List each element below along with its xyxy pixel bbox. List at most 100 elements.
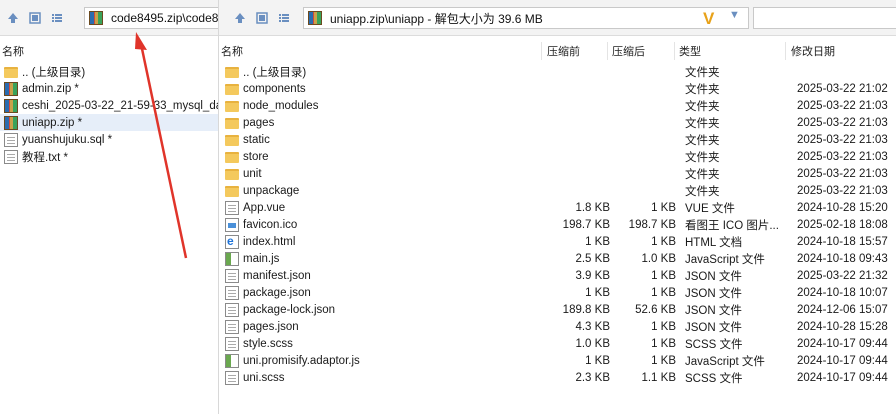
size-after-cell: 1.0 KB [641, 252, 676, 265]
column-header-after[interactable]: 压缩后 [612, 42, 645, 60]
table-row[interactable]: node_modules 文件夹 2025-03-22 21:03 [219, 97, 896, 114]
table-row[interactable]: package-lock.json 189.8 KB 52.6 KB JSON 文件 2… [219, 301, 896, 318]
list-item[interactable]: .. (上级目录) [0, 63, 218, 80]
list-item[interactable]: admin.zip * [0, 80, 218, 97]
right-file-pane: uniapp.zip\uniapp - 解包大小为 39.6 MB V ▼ 名称… [219, 0, 896, 414]
size-after-cell: 1.1 KB [641, 371, 676, 384]
left-address-text: code8495.zip\code84 [111, 11, 219, 25]
table-row[interactable]: favicon.ico 198.7 KB 198.7 KB 看图王 ICO 图片...… [219, 216, 896, 233]
type-cell: JavaScript 文件 [685, 355, 765, 368]
list-item[interactable]: 教程.txt * [0, 148, 218, 165]
name-cell: style.scss [225, 336, 293, 351]
column-header-before[interactable]: 压缩前 [547, 42, 580, 60]
type-cell: SCSS 文件 [685, 338, 743, 351]
search-input[interactable] [753, 7, 896, 29]
table-row[interactable]: manifest.json 3.9 KB 1 KB JSON 文件 2025-03-22… [219, 267, 896, 284]
name-cell: store [225, 150, 269, 163]
size-after-cell: 198.7 KB [628, 218, 676, 231]
table-row[interactable]: package.json 1 KB 1 KB JSON 文件 2024-10-18 10… [219, 284, 896, 301]
size-after-cell: 1 KB [651, 269, 676, 282]
v-logo-icon[interactable]: V [703, 9, 714, 29]
thumbnail-view-icon[interactable] [253, 9, 271, 27]
right-address-bar[interactable]: uniapp.zip\uniapp - 解包大小为 39.6 MB [303, 7, 749, 29]
list-view-icon[interactable] [48, 9, 66, 27]
name-cell: pages.json [225, 319, 299, 334]
name-cell: manifest.json [225, 268, 311, 283]
column-header-type[interactable]: 类型 [679, 42, 701, 60]
script-file-icon [225, 251, 239, 266]
size-after-cell: 1 KB [651, 320, 676, 333]
size-after-cell: 1 KB [651, 235, 676, 248]
date-cell: 2024-10-17 09:44 [797, 354, 888, 367]
table-row[interactable]: unit 文件夹 2025-03-22 21:03 [219, 165, 896, 182]
type-cell: 文件夹 [685, 83, 720, 96]
right-toolbar: uniapp.zip\uniapp - 解包大小为 39.6 MB V ▼ [219, 0, 896, 36]
list-item[interactable]: ceshi_2025-03-22_21-59-33_mysql_da [0, 97, 218, 114]
type-cell: JavaScript 文件 [685, 253, 765, 266]
date-cell: 2025-03-22 21:03 [797, 99, 888, 112]
type-cell: 文件夹 [685, 168, 720, 181]
date-cell: 2025-03-22 21:02 [797, 82, 888, 95]
zip-archive-icon [308, 11, 322, 25]
size-before-cell: 2.3 KB [575, 371, 610, 384]
table-row[interactable]: style.scss 1.0 KB 1 KB SCSS 文件 2024-10-17 09… [219, 335, 896, 352]
folder-icon [225, 84, 239, 95]
table-row[interactable]: unpackage 文件夹 2025-03-22 21:03 [219, 182, 896, 199]
file-name: static [243, 133, 270, 146]
column-divider[interactable] [607, 42, 608, 60]
table-row[interactable]: .. (上级目录) 文件夹 [219, 63, 896, 80]
folder-icon [225, 135, 239, 146]
table-row[interactable]: components 文件夹 2025-03-22 21:02 [219, 80, 896, 97]
column-divider[interactable] [541, 42, 542, 60]
document-icon [225, 302, 239, 317]
type-cell: JSON 文件 [685, 321, 742, 334]
left-file-pane: code8495.zip\code84 名称 .. (上级目录) admin.zi… [0, 0, 219, 414]
zip-archive-icon [4, 98, 18, 113]
table-row[interactable]: uni.scss 2.3 KB 1.1 KB SCSS 文件 2024-10-17 09… [219, 369, 896, 386]
column-divider[interactable] [674, 42, 675, 60]
file-name: manifest.json [243, 269, 311, 282]
left-address-bar[interactable]: code8495.zip\code84 [84, 7, 219, 29]
chevron-down-icon[interactable]: ▼ [729, 9, 740, 21]
list-item[interactable]: yuanshujuku.sql * [0, 131, 218, 148]
list-item-label: yuanshujuku.sql * [22, 133, 113, 146]
file-name: main.js [243, 252, 280, 265]
name-cell: favicon.ico [225, 217, 297, 232]
name-cell: .. (上级目录) [225, 64, 306, 80]
size-after-cell: 1 KB [651, 201, 676, 214]
date-cell: 2024-12-06 15:07 [797, 303, 888, 316]
document-icon [4, 132, 18, 147]
type-cell: HTML 文档 [685, 236, 743, 249]
date-cell: 2024-10-28 15:20 [797, 201, 888, 214]
document-icon [225, 200, 239, 215]
table-row[interactable]: pages.json 4.3 KB 1 KB JSON 文件 2024-10-28 15… [219, 318, 896, 335]
column-header-name[interactable]: 名称 [221, 42, 243, 60]
type-cell: SCSS 文件 [685, 372, 743, 385]
list-item[interactable]: uniapp.zip * [0, 114, 218, 131]
zip-archive-icon [4, 115, 18, 130]
size-before-cell: 1.0 KB [575, 337, 610, 350]
type-cell: 文件夹 [685, 151, 720, 164]
table-row[interactable]: index.html 1 KB 1 KB HTML 文档 2024-10-18 15:5… [219, 233, 896, 250]
type-cell: 文件夹 [685, 134, 720, 147]
size-before-cell: 2.5 KB [575, 252, 610, 265]
table-row[interactable]: main.js 2.5 KB 1.0 KB JavaScript 文件 2024-10-… [219, 250, 896, 267]
table-row[interactable]: App.vue 1.8 KB 1 KB VUE 文件 2024-10-28 15:20 [219, 199, 896, 216]
list-item-label: uniapp.zip * [22, 116, 83, 129]
table-row[interactable]: store 文件夹 2025-03-22 21:03 [219, 148, 896, 165]
up-arrow-icon[interactable] [4, 9, 22, 27]
up-arrow-icon[interactable] [231, 9, 249, 27]
column-header-date[interactable]: 修改日期 [791, 42, 835, 60]
list-view-icon[interactable] [275, 9, 293, 27]
table-row[interactable]: static 文件夹 2025-03-22 21:03 [219, 131, 896, 148]
left-column-header-name[interactable]: 名称 [2, 42, 24, 60]
thumbnail-view-icon[interactable] [26, 9, 44, 27]
table-row[interactable]: pages 文件夹 2025-03-22 21:03 [219, 114, 896, 131]
table-row[interactable]: uni.promisify.adaptor.js 1 KB 1 KB JavaScri… [219, 352, 896, 369]
column-divider[interactable] [785, 42, 786, 60]
file-name: uni.promisify.adaptor.js [243, 354, 360, 367]
file-name: package-lock.json [243, 303, 336, 316]
file-name: index.html [243, 235, 296, 248]
list-item-label: .. (上级目录) [22, 66, 86, 79]
document-icon [225, 268, 239, 283]
